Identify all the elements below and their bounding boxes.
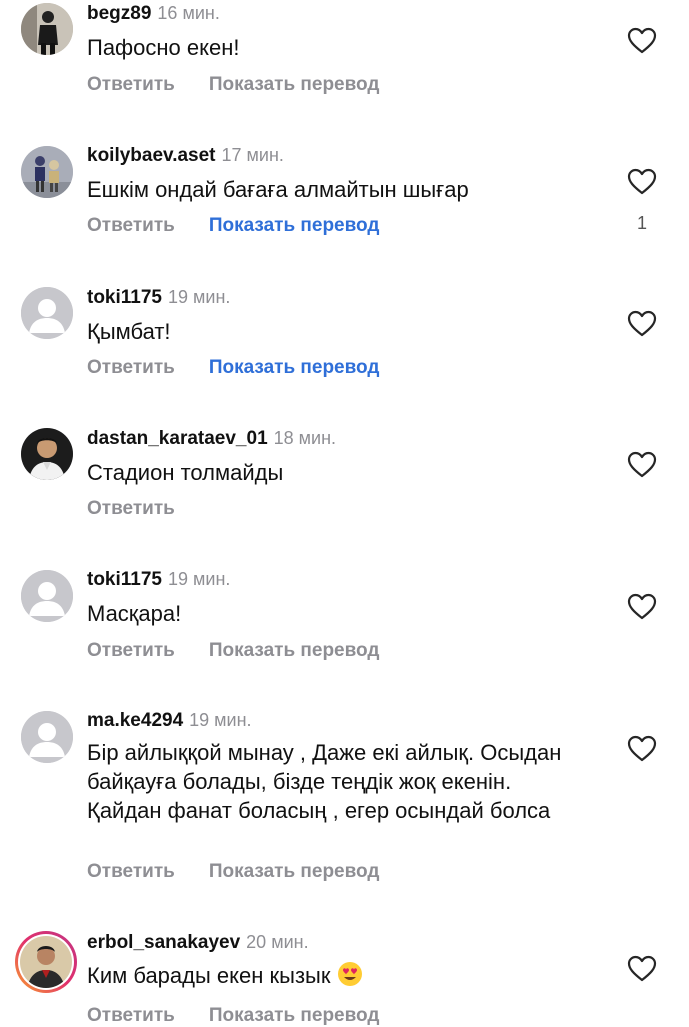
comment-meta: dastan_karataev_01 18 мин. <box>87 428 336 450</box>
timestamp: 16 мин. <box>157 3 220 23</box>
username[interactable]: koilybaev.aset <box>87 145 216 166</box>
reply-button[interactable]: Ответить <box>87 74 175 95</box>
like-heart-icon[interactable] <box>627 27 657 55</box>
reply-button[interactable]: Ответить <box>87 861 175 882</box>
avatar[interactable] <box>21 570 73 622</box>
avatar[interactable] <box>21 287 73 339</box>
comment-text: Пафосно екен! <box>87 35 240 60</box>
reply-button[interactable]: Ответить <box>87 498 175 519</box>
comment-text: Ким барады екен кызык <box>87 961 607 990</box>
avatar[interactable] <box>21 711 73 763</box>
like-heart-icon[interactable] <box>627 310 657 338</box>
like-count: 1 <box>637 213 648 233</box>
comment-text: Масқара! <box>87 601 182 626</box>
comment-text-content: Ким барады екен кызык <box>87 963 331 988</box>
comment-text: Қымбат! <box>87 319 171 344</box>
avatar[interactable] <box>21 3 73 55</box>
reply-button[interactable]: Ответить <box>87 215 175 236</box>
translate-button[interactable]: Показать перевод <box>209 74 380 95</box>
avatar[interactable] <box>14 930 78 994</box>
like-heart-icon[interactable] <box>627 168 657 196</box>
comment-actions: Ответить <box>87 498 209 520</box>
avatar[interactable] <box>21 428 73 480</box>
like-heart-icon[interactable] <box>627 451 657 479</box>
comment-actions: Ответить Показать перевод <box>87 74 379 96</box>
comment-meta: begz89 16 мин. <box>87 3 220 25</box>
timestamp: 20 мин. <box>246 932 309 952</box>
timestamp: 17 мин. <box>221 145 284 165</box>
translate-button[interactable]: Показать перевод <box>209 215 380 236</box>
comment-text: Ешкім ондай бағаға алмайтын шығар <box>87 177 469 202</box>
translate-button[interactable]: Показать перевод <box>209 1005 380 1026</box>
comment-actions: Ответить Показать перевод <box>87 640 379 662</box>
reply-button[interactable]: Ответить <box>87 1005 175 1026</box>
avatar[interactable] <box>21 146 73 198</box>
like-heart-icon[interactable] <box>627 593 657 621</box>
heart-eyes-emoji-icon <box>337 961 363 987</box>
translate-button[interactable]: Показать перевод <box>209 640 380 661</box>
username[interactable]: dastan_karataev_01 <box>87 428 268 449</box>
comment-meta: toki1175 19 мин. <box>87 569 230 591</box>
timestamp: 18 мин. <box>273 428 337 448</box>
timestamp: 19 мин. <box>168 569 231 589</box>
comment-text: Бір айлыққой мынау , Даже екі айлық. Осы… <box>87 740 562 823</box>
reply-button[interactable]: Ответить <box>87 640 175 661</box>
comment-actions: Ответить Показать перевод <box>87 861 379 883</box>
translate-button[interactable]: Показать перевод <box>209 861 380 882</box>
comment-actions: Ответить Показать перевод <box>87 357 379 379</box>
username[interactable]: ma.ke4294 <box>87 710 183 731</box>
comment-actions: Ответить Показать перевод <box>87 215 379 237</box>
timestamp: 19 мин. <box>189 710 252 730</box>
comment-text: Стадион толмайды <box>87 460 284 485</box>
like-heart-icon[interactable] <box>627 735 657 763</box>
comment-meta: ma.ke4294 19 мин. <box>87 710 252 732</box>
username[interactable]: erbol_sanakayev <box>87 932 240 953</box>
translate-button[interactable]: Показать перевод <box>209 357 380 378</box>
reply-button[interactable]: Ответить <box>87 357 175 378</box>
username[interactable]: toki1175 <box>87 287 162 308</box>
comment-meta: koilybaev.aset 17 мин. <box>87 145 284 167</box>
like-heart-icon[interactable] <box>627 955 657 983</box>
timestamp: 19 мин. <box>168 287 231 307</box>
username[interactable]: begz89 <box>87 3 151 24</box>
comment-meta: toki1175 19 мин. <box>87 287 230 309</box>
comment-meta: erbol_sanakayev 20 мин. <box>87 932 309 954</box>
username[interactable]: toki1175 <box>87 569 162 590</box>
